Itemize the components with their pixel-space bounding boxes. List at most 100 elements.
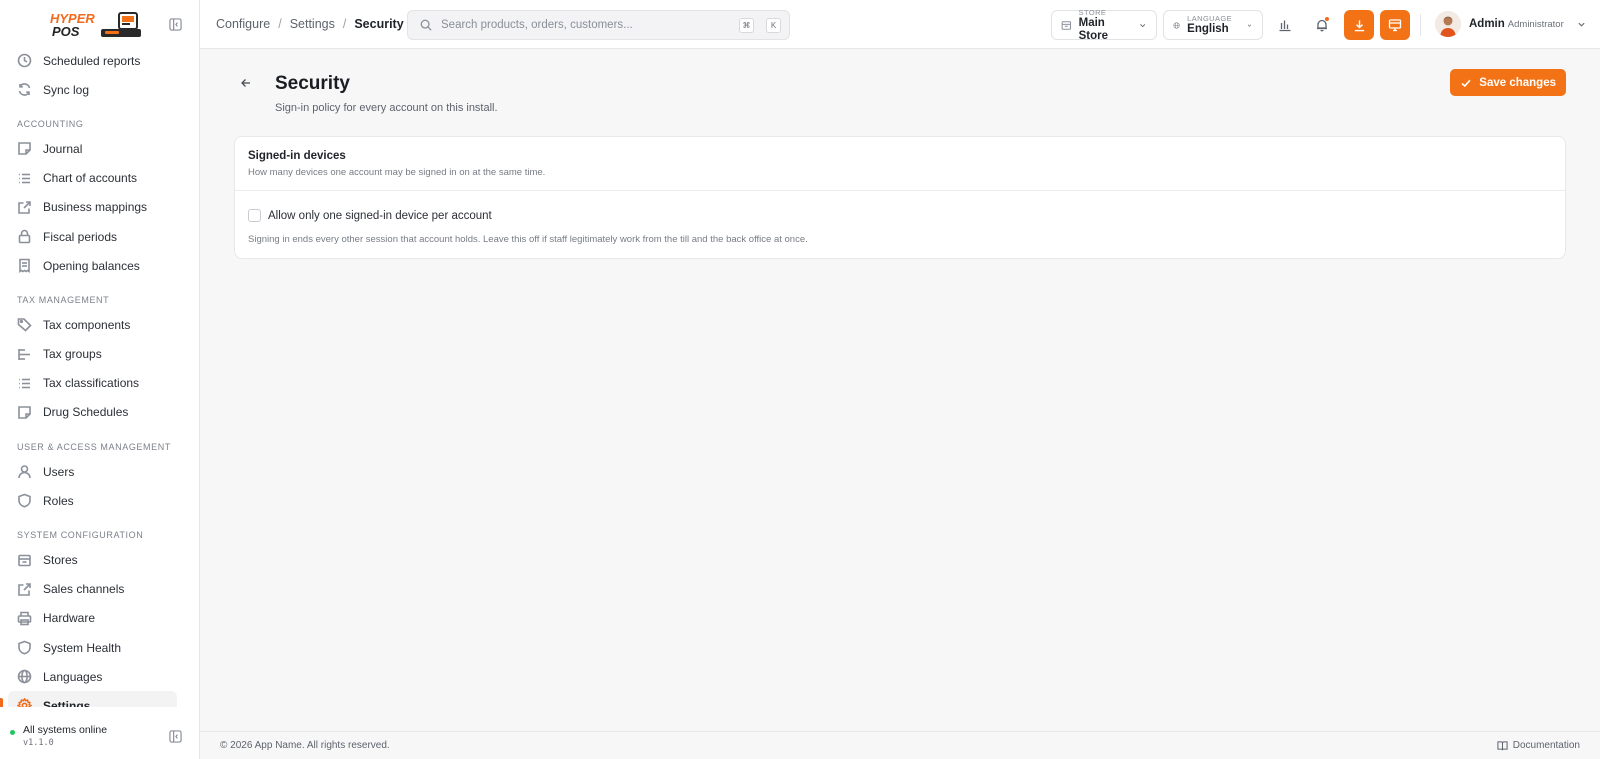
check-icon — [1461, 79, 1471, 87]
sidebar-item-label: Roles — [43, 493, 74, 508]
breadcrumb-separator: / — [278, 17, 282, 31]
store-icon — [1061, 20, 1071, 30]
card-description: How many devices one account may be sign… — [248, 167, 546, 178]
sidebar: HYPER POS Scheduled reports Sync log ACCOU… — [0, 0, 200, 759]
sidebar-section-title: ACCOUNTING — [17, 119, 84, 130]
status-dot — [10, 730, 15, 735]
sidebar-item-drug-schedules[interactable]: Drug Schedules — [8, 398, 177, 427]
arrow-left-icon — [241, 79, 250, 87]
sidebar-item-label: Hardware — [43, 611, 96, 626]
save-changes-button[interactable]: Save changes — [1450, 69, 1566, 96]
signed-in-devices-card: Signed-in devices How many devices one a… — [234, 136, 1566, 259]
breadcrumb-security: Security — [354, 17, 404, 31]
single-device-checkbox[interactable] — [248, 209, 261, 222]
analytics-button[interactable] — [1270, 10, 1300, 40]
breadcrumb-settings[interactable]: Settings — [290, 17, 335, 31]
sidebar-item-label: Settings — [43, 698, 91, 707]
language-value: English — [1187, 23, 1229, 35]
app-logo[interactable]: HYPER POS — [50, 11, 143, 39]
sidebar-item-chart-of-accounts[interactable]: Chart of accounts — [8, 164, 177, 193]
sidebar-item-users[interactable]: Users — [8, 457, 177, 486]
sidebar-item-system-health[interactable]: System Health — [8, 633, 177, 662]
printer-icon — [17, 611, 32, 626]
logo-line-1: HYPER — [50, 10, 95, 26]
sidebar-footer-collapse-button[interactable] — [165, 726, 185, 746]
list-icon — [19, 378, 30, 389]
sidebar-item-label: Opening balances — [43, 258, 140, 273]
sidebar-item-fiscal-periods[interactable]: Fiscal periods — [8, 222, 177, 251]
gear-icon — [17, 698, 32, 707]
panel-left-icon — [168, 729, 182, 743]
sidebar-item-settings[interactable]: Settings — [0, 691, 177, 707]
single-device-label[interactable]: Allow only one signed-in device per acco… — [268, 210, 492, 222]
sidebar-item-opening-balances[interactable]: Opening balances — [8, 251, 177, 280]
sidebar-item-label: Fiscal periods — [43, 229, 118, 244]
pos-terminal-button[interactable] — [1380, 10, 1410, 40]
user-menu[interactable]: Admin Administrator — [1435, 11, 1586, 37]
language-selector[interactable]: LANGUAGE English — [1163, 10, 1263, 40]
sidebar-item-label: Sales channels — [43, 582, 125, 597]
shortcut-key-cmd: ⌘ — [739, 17, 754, 33]
back-button[interactable] — [236, 73, 256, 93]
note-icon — [18, 142, 31, 156]
sidebar-nav: Scheduled reports Sync log ACCOUNTING Journ… — [0, 46, 199, 707]
hierarchy-icon — [18, 348, 30, 360]
tag-icon — [17, 318, 32, 332]
store-value: Main Store — [1078, 16, 1109, 42]
sidebar-item-label: System Health — [43, 640, 122, 655]
sidebar-item-label: Sync log — [43, 82, 90, 97]
chevron-down-icon — [1247, 24, 1252, 27]
documentation-link[interactable]: Documentation — [1497, 740, 1580, 751]
sidebar-collapse-button[interactable] — [165, 15, 185, 35]
breadcrumb-separator: / — [342, 17, 347, 31]
topbar: Configure / Settings / Security ⌘ K STOR… — [200, 0, 1600, 49]
sidebar-item-business-mappings[interactable]: Business mappings — [8, 193, 177, 222]
language-caption: LANGUAGE — [1187, 14, 1233, 23]
sidebar-item-label: Tax components — [43, 317, 131, 332]
sidebar-item-label: Tax classifications — [43, 376, 140, 391]
global-search[interactable]: ⌘ K — [407, 10, 790, 40]
sidebar-item-stores[interactable]: Stores — [8, 545, 177, 574]
note-icon — [18, 406, 31, 419]
notifications-button[interactable] — [1307, 10, 1337, 40]
sidebar-item-journal[interactable]: Journal — [8, 134, 177, 163]
user-icon — [18, 465, 31, 479]
lock-icon — [18, 229, 31, 244]
logo-text: HYPER POS — [50, 12, 95, 38]
shortcut-key-k: K — [766, 17, 781, 33]
sidebar-item-label: Drug Schedules — [43, 405, 129, 420]
search-input[interactable] — [441, 19, 727, 31]
sidebar-item-sync-log[interactable]: Sync log — [8, 75, 177, 104]
page-subtitle: Sign-in policy for every account on this… — [275, 102, 498, 114]
monitor-icon — [1388, 19, 1402, 32]
sidebar-section-title: SYSTEM CONFIGURATION — [17, 530, 144, 541]
external-link-icon — [18, 201, 31, 214]
panel-left-icon — [168, 18, 182, 31]
sidebar-item-label: Chart of accounts — [43, 171, 138, 186]
sidebar-item-tax-components[interactable]: Tax components — [8, 310, 177, 339]
shield-icon — [18, 640, 31, 655]
globe-icon — [1173, 21, 1180, 29]
sidebar-item-roles[interactable]: Roles — [8, 486, 177, 515]
sidebar-section-title: TAX MANAGEMENT — [17, 295, 110, 306]
sidebar-item-label: Business mappings — [43, 200, 148, 215]
store-selector[interactable]: STORE Main Store — [1051, 8, 1157, 42]
sidebar-item-hardware[interactable]: Hardware — [8, 604, 177, 633]
sidebar-item-languages[interactable]: Languages — [8, 662, 177, 691]
sidebar-item-label: Languages — [43, 669, 103, 684]
pos-terminal-icon — [100, 11, 141, 37]
breadcrumb-configure[interactable]: Configure — [216, 17, 270, 31]
app-version: v1.1.0 — [23, 738, 54, 748]
download-button[interactable] — [1344, 10, 1374, 40]
notification-dot — [1325, 17, 1329, 21]
single-device-option[interactable]: Allow only one signed-in device per acco… — [248, 209, 492, 222]
receipt-icon — [19, 258, 30, 274]
sidebar-item-tax-classifications[interactable]: Tax classifications — [8, 369, 177, 398]
globe-icon — [17, 669, 32, 684]
single-device-note: Signing in ends every other session that… — [248, 234, 808, 245]
active-indicator — [0, 697, 3, 707]
sidebar-item-scheduled-reports[interactable]: Scheduled reports — [8, 46, 177, 75]
refresh-icon — [18, 83, 31, 97]
sidebar-item-tax-groups[interactable]: Tax groups — [8, 340, 177, 369]
sidebar-item-sales-channels[interactable]: Sales channels — [8, 575, 177, 604]
